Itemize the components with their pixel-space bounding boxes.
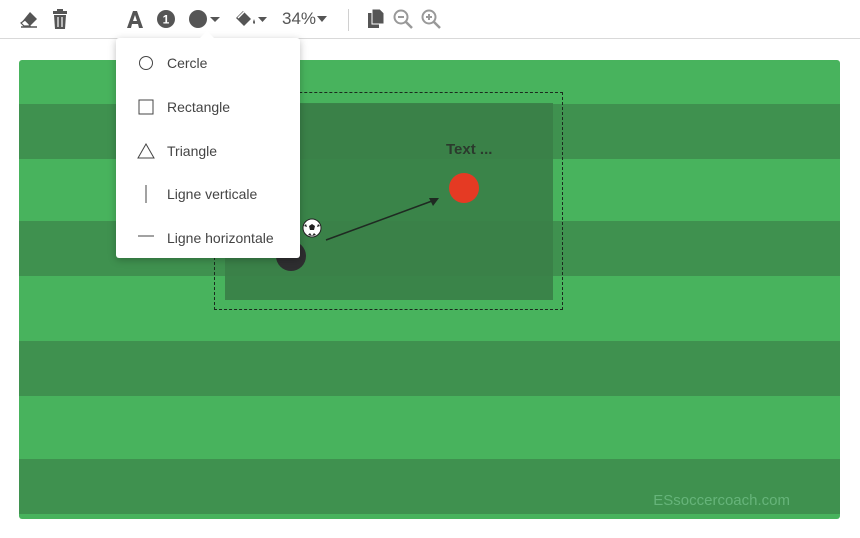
menu-item-triangle[interactable]: Triangle <box>116 131 300 171</box>
zoom-in-icon[interactable] <box>421 8 441 30</box>
circle-outline-icon <box>132 55 160 71</box>
shape-circle-icon[interactable] <box>187 8 221 30</box>
vertical-line-icon <box>132 184 160 204</box>
trash-icon[interactable] <box>49 8 71 30</box>
zoom-out-icon[interactable] <box>393 8 413 30</box>
menu-item-label: Cercle <box>167 55 208 71</box>
horizontal-line-icon <box>132 232 160 244</box>
field-stripe <box>19 341 840 396</box>
zoom-select[interactable]: 34% <box>282 8 328 30</box>
zoom-value: 34% <box>282 9 317 28</box>
menu-item-horizontal-line[interactable]: Ligne horizontale <box>116 218 300 258</box>
menu-item-label: Ligne horizontale <box>167 230 274 246</box>
number-icon[interactable]: 1 <box>155 8 177 30</box>
triangle-outline-icon <box>132 143 160 159</box>
text-icon[interactable] <box>124 8 146 30</box>
watermark: ESsoccercoach.com <box>653 492 790 509</box>
chevron-down-icon <box>317 16 328 22</box>
menu-item-label: Triangle <box>167 143 218 159</box>
toolbar-separator <box>348 9 349 31</box>
menu-item-label: Ligne verticale <box>167 186 258 202</box>
fill-icon[interactable] <box>234 8 268 30</box>
red-player-marker[interactable] <box>449 173 479 203</box>
menu-item-label: Rectangle <box>167 99 231 115</box>
toolbar: 1 34% <box>0 0 860 39</box>
soccer-ball-icon[interactable] <box>302 218 322 238</box>
square-outline-icon <box>132 99 160 115</box>
shape-dropdown-menu: Cercle Rectangle Triangle Ligne vertical… <box>116 31 300 258</box>
eraser-icon[interactable] <box>18 8 40 30</box>
svg-text:1: 1 <box>163 13 170 27</box>
menu-item-rectangle[interactable]: Rectangle <box>116 87 300 127</box>
menu-item-circle[interactable]: Cercle <box>116 43 300 83</box>
movement-arrow[interactable] <box>320 190 445 245</box>
copy-icon[interactable] <box>366 8 386 30</box>
menu-item-vertical-line[interactable]: Ligne verticale <box>116 174 300 214</box>
text-element[interactable]: Text ... <box>446 141 492 158</box>
